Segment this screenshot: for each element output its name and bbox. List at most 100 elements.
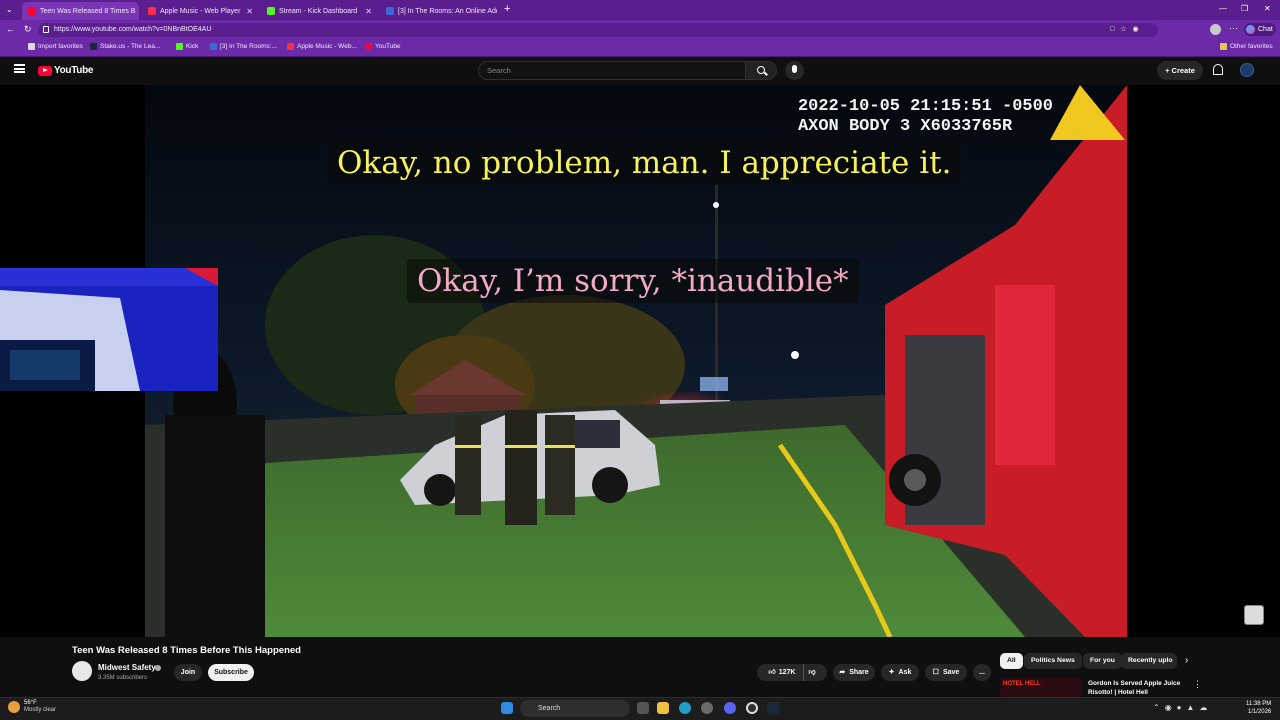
youtube-wordmark: YouTube <box>54 65 94 76</box>
obs-icon[interactable] <box>746 702 758 714</box>
share-button[interactable]: ➦ Share <box>833 664 875 681</box>
refresh-icon[interactable]: ↻ <box>24 24 32 35</box>
more-actions-button[interactable]: ... <box>973 664 991 681</box>
copilot-chat-button[interactable]: Chat <box>1244 23 1276 36</box>
taskbar-search[interactable]: Search <box>520 700 630 717</box>
back-icon[interactable]: ← <box>6 24 15 34</box>
recommended-menu-icon[interactable]: ⋮ <box>1193 679 1202 690</box>
create-button[interactable]: + Create <box>1157 61 1203 80</box>
bookmark-item[interactable]: YouTube <box>365 43 401 50</box>
other-favorites[interactable]: Other favorites <box>1220 43 1273 50</box>
youtube-logo[interactable]: YouTube <box>38 65 94 76</box>
extensions-icons[interactable]: □☆◉ <box>1110 25 1145 33</box>
task-view-icon[interactable] <box>637 702 649 714</box>
bookmark-item[interactable]: [3] In The Rooms:... <box>210 43 277 50</box>
tab-close-icon[interactable]: ✕ <box>365 7 372 16</box>
maximize-window-icon[interactable]: ❐ <box>1241 4 1248 13</box>
bodycam-footage[interactable]: 2022-10-05 21:15:51 -0500 AXON BODY 3 X6… <box>145 85 1127 637</box>
microphone-icon <box>792 65 797 73</box>
streamer-webcam-overlay <box>0 268 218 391</box>
bookmark-item[interactable]: Kick <box>176 43 198 50</box>
share-label: Share <box>849 669 869 676</box>
weather-widget[interactable]: 56°F Mostly clear <box>8 700 56 714</box>
search-input[interactable]: Search <box>478 61 746 80</box>
tab-close-icon[interactable]: ✕ <box>246 7 253 16</box>
filter-chip[interactable]: Politics News <box>1024 653 1082 669</box>
timestamp-date: 2022-10-05 21:15:51 -0500 <box>797 97 1053 116</box>
ask-button[interactable]: ✦ Ask <box>881 664 919 681</box>
channel-avatar[interactable] <box>72 661 92 681</box>
discord-icon[interactable] <box>724 702 736 714</box>
lock-icon <box>43 26 49 33</box>
bookmark-favicon-icon <box>365 43 372 50</box>
tab-label: Stream - Kick Dashboard <box>279 7 358 15</box>
channel-name[interactable]: Midwest Safety <box>98 663 156 672</box>
account-avatar[interactable] <box>1240 63 1254 77</box>
start-button[interactable] <box>501 702 513 714</box>
bookmark-favicon-icon <box>28 43 35 50</box>
voice-search-button[interactable] <box>785 61 804 80</box>
notifications-bell-icon[interactable] <box>1213 64 1223 75</box>
browser-tab[interactable]: [3] In The Rooms: An Online Addic✕ <box>380 2 497 20</box>
tab-favicon-icon <box>148 7 156 15</box>
camera-id: AXON BODY 3 X6033765R <box>797 117 1013 136</box>
like-dislike-group: 👍︎ 127K 👎︎ <box>757 664 827 681</box>
new-tab-button[interactable]: + <box>504 3 510 15</box>
bookmark-label: Stake.us - The Lea... <box>100 43 161 50</box>
clock[interactable]: 11:38 PM 1/1/2026 <box>1246 700 1271 716</box>
browser-tab[interactable]: Apple Music - Web Player ✕ <box>142 2 259 20</box>
chat-label: Chat <box>1258 26 1273 33</box>
recommended-title-line2: Risotto! | Hotel Hell <box>1088 689 1148 696</box>
bookmark-label: Apple Music - Web... <box>297 43 357 50</box>
webcam-scene <box>0 268 218 391</box>
tab-label: Apple Music - Web Player <box>160 7 241 15</box>
clock-date: 1/1/2026 <box>1247 709 1272 715</box>
video-subtitle-1: Okay, no problem, man. I appreciate it. <box>327 141 962 185</box>
recommended-thumbnail: HOTEL HELL <box>1000 678 1082 697</box>
browser-menu-icon[interactable]: ⋯ <box>1229 23 1238 34</box>
bookmark-item[interactable]: Stake.us - The Lea... <box>90 43 160 50</box>
bookmark-label: YouTube <box>375 43 401 50</box>
dislike-button[interactable]: 👎︎ <box>808 664 815 681</box>
steam-icon[interactable] <box>767 702 779 714</box>
bookmark-item[interactable]: Apple Music - Web... <box>287 43 357 50</box>
channel-watermark[interactable] <box>1244 605 1264 625</box>
profile-avatar[interactable] <box>1210 24 1221 35</box>
thumbnail-text: HOTEL HELL <box>1003 681 1041 687</box>
recommended-video[interactable]: HOTEL HELL Gordon Is Served Apple Juice … <box>1000 678 1205 697</box>
guide-menu-icon[interactable] <box>14 64 25 73</box>
sparkle-icon: ✦ <box>888 669 895 676</box>
filter-chip[interactable]: For you <box>1083 653 1122 669</box>
search-button[interactable] <box>745 61 777 80</box>
system-tray-icons[interactable]: ⌃◉●▲☁ <box>1153 703 1212 712</box>
close-window-icon[interactable]: ✕ <box>1264 4 1271 13</box>
tab-actions-menu[interactable]: ⌄ <box>6 5 13 14</box>
bookmark-favicon-icon <box>210 43 217 50</box>
ask-label: Ask <box>898 669 912 676</box>
address-bar[interactable]: https://www.youtube.com/watch?v=0NBnBtOE… <box>38 23 1158 37</box>
save-button[interactable]: ☐ Save <box>925 664 967 681</box>
edge-browser-icon[interactable] <box>679 702 691 714</box>
video-title: Teen Was Released 8 Times Before This Ha… <box>72 645 301 656</box>
folder-icon <box>1220 43 1227 50</box>
bookmark-label: Import favorites <box>38 43 83 50</box>
filter-chip[interactable]: All <box>1000 653 1023 669</box>
chips-next-arrow-icon[interactable]: › <box>1185 655 1188 666</box>
tab-favicon-icon <box>386 7 394 15</box>
browser-tab[interactable]: Stream - Kick Dashboard ✕ <box>261 2 378 20</box>
settings-icon[interactable] <box>701 702 713 714</box>
weather-desc: Mostly clear <box>24 707 57 713</box>
bookmark-label: Kick <box>186 43 199 50</box>
bookmark-icon: ☐ <box>932 669 939 676</box>
subscribe-button[interactable]: Subscribe <box>208 664 254 681</box>
file-explorer-icon[interactable] <box>657 702 669 714</box>
recommended-title-line1: Gordon Is Served Apple Juice <box>1088 680 1181 687</box>
join-button[interactable]: Join <box>174 664 202 681</box>
browser-tab[interactable]: Teen Was Released 8 Times B✕ <box>22 2 139 20</box>
like-button[interactable]: 👍︎ 127K <box>768 664 805 681</box>
create-label: Create <box>1171 66 1195 75</box>
bookmark-item[interactable]: Import favorites <box>28 43 83 50</box>
bookmark-favicon-icon <box>176 43 183 50</box>
minimize-window-icon[interactable]: — <box>1219 4 1227 13</box>
filter-chip[interactable]: Recently uplo <box>1121 653 1177 669</box>
